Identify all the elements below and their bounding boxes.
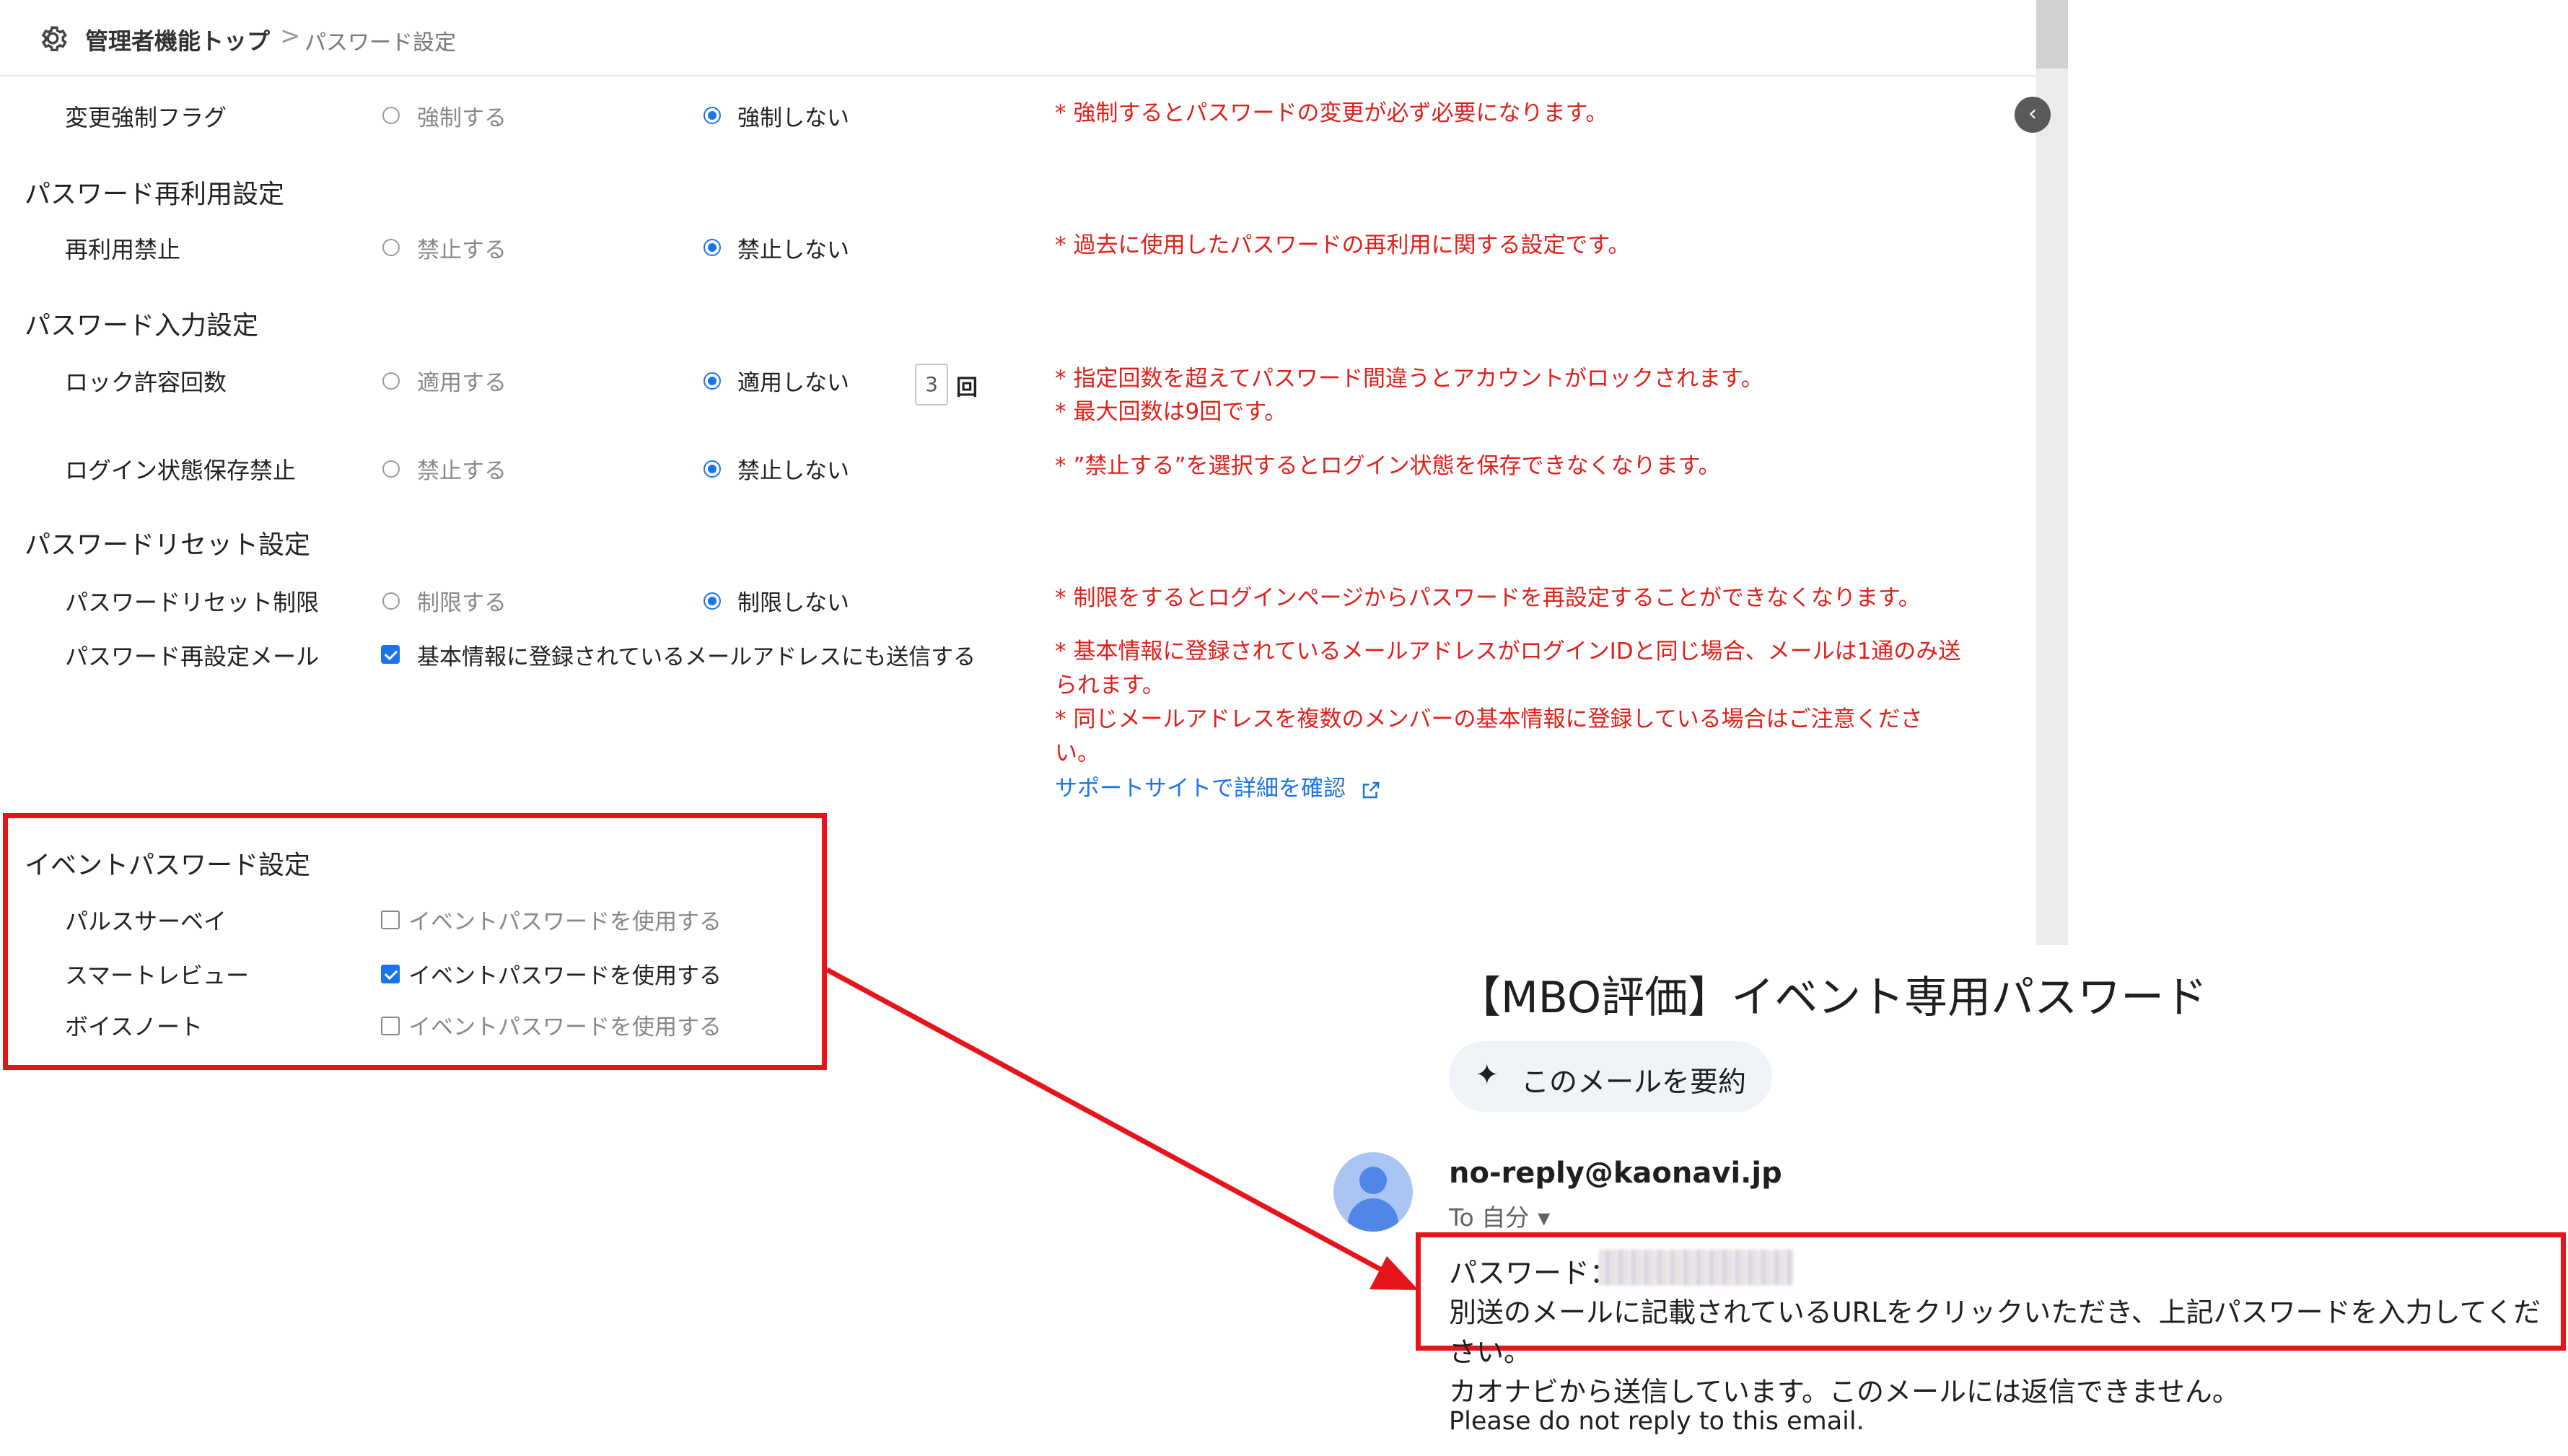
password-label: パスワード： [1449,1258,1618,1290]
summarize-email-button[interactable]: ✦ このメールを要約 [1449,1041,1772,1112]
email-subject: 【MBO評価】イベント専用パスワード [1458,973,2208,1023]
password-redacted [1599,1250,1794,1286]
email-sender: no-reply@kaonavi.jp [1449,1157,1782,1190]
avatar-head [1359,1167,1387,1194]
avatar-body [1348,1198,1398,1232]
email-recipient-text: To 自分 [1449,1203,1530,1232]
avatar[interactable] [1333,1152,1413,1232]
callout-arrow-head [1370,1256,1419,1290]
email-footer-ja: カオナビから送信しています。このメールには返信できません。 [1449,1376,2240,1408]
email-footer-en: Please do not reply to this email. [1449,1407,1864,1436]
caret-down-icon: ▼ [1538,1210,1551,1228]
callout-arrow-line [825,967,1388,1276]
email-body-text: 別送のメールに記載されているURLをクリックいただき、上記パスワードを入力してく… [1449,1297,2541,1368]
summarize-email-label: このメールを要約 [1521,1066,1747,1099]
email-recipient[interactable]: To 自分 ▼ [1449,1198,1550,1233]
sparkle-icon: ✦ [1475,1058,1499,1092]
